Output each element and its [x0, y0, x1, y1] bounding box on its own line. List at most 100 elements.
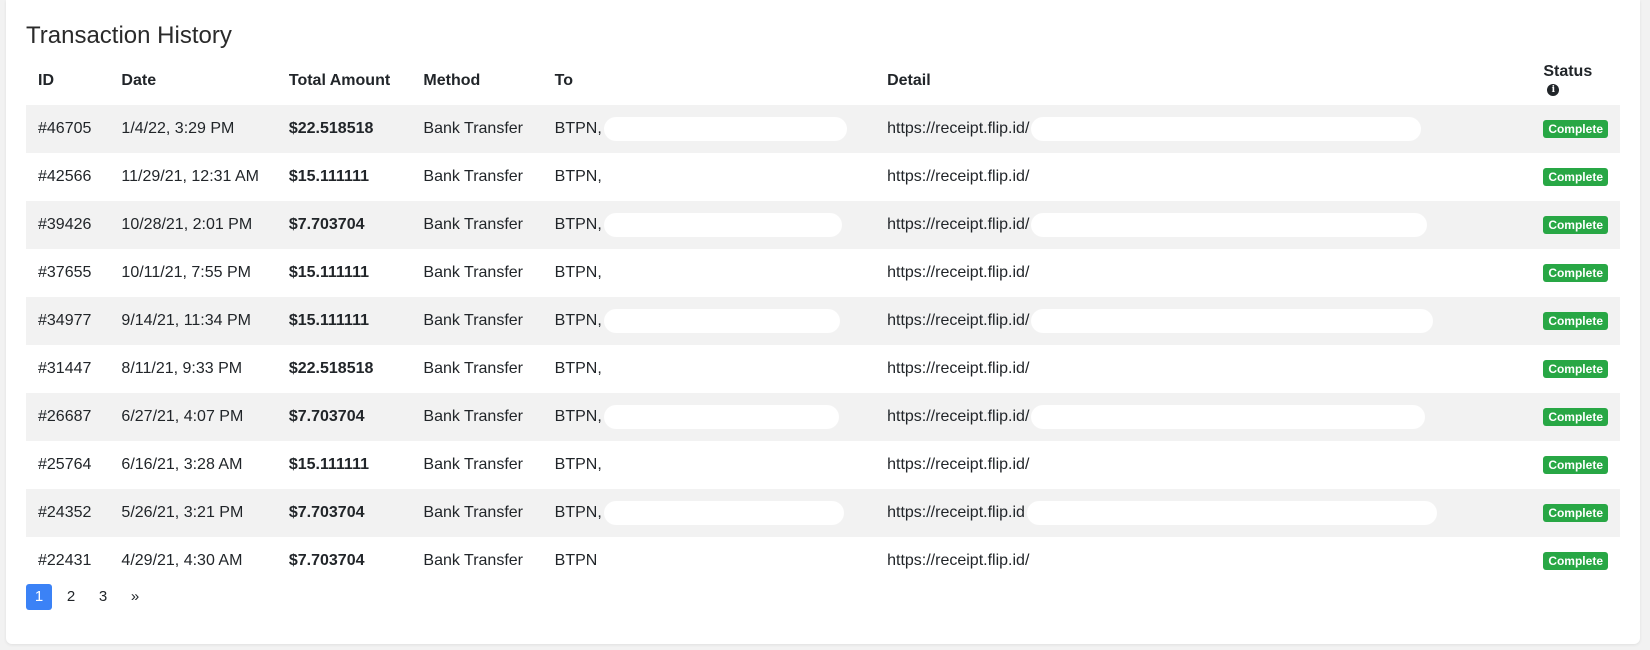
table-row[interactable]: #46705 1/4/22, 3:29 PM $22.518518 Bank Tran…: [26, 105, 1620, 153]
cell-id: #46705: [26, 105, 109, 153]
cell-total-amount-text: $15.111111: [288, 168, 369, 185]
cell-id-text: #22431: [38, 552, 92, 569]
cell-method: Bank Transfer: [411, 441, 542, 489]
cell-id: #22431: [26, 537, 109, 585]
cell-detail: https://receipt.flip.id/: [875, 297, 1531, 345]
cell-total-amount: $7.703704: [277, 537, 412, 585]
cell-id-text: #31447: [38, 360, 92, 377]
cell-detail-text: https://receipt.flip.id/: [887, 264, 1030, 281]
page-2-button[interactable]: 2: [58, 584, 84, 610]
table-row[interactable]: #34977 9/14/21, 11:34 PM $15.111111 Bank Tr…: [26, 297, 1620, 345]
table-row[interactable]: #26687 6/27/21, 4:07 PM $7.703704 Bank Tran…: [26, 393, 1620, 441]
status-badge[interactable]: Complete: [1543, 504, 1608, 522]
cell-id-text: #37655: [38, 264, 92, 281]
cell-detail-text: https://receipt.flip.id/: [887, 456, 1030, 473]
cell-to-text: BTPN,: [554, 120, 602, 138]
header-status-label: Status: [1543, 63, 1593, 80]
cell-date-text: 4/29/21, 4:30 AM: [121, 552, 243, 569]
cell-to: BTPN: [543, 537, 875, 585]
cell-detail-text: https://receipt.flip.id/: [887, 312, 1030, 330]
table-row[interactable]: #22431 4/29/21, 4:30 AM $7.703704 Bank Tran…: [26, 537, 1620, 585]
cell-method: Bank Transfer: [411, 393, 542, 441]
cell-id: #37655: [26, 249, 109, 297]
header-status: Status i: [1531, 57, 1620, 105]
status-badge[interactable]: Complete: [1543, 552, 1608, 570]
cell-date-text: 6/27/21, 4:07 PM: [121, 408, 244, 425]
header-id: ID: [38, 72, 54, 89]
status-badge[interactable]: Complete: [1543, 360, 1608, 378]
cell-status: Complete: [1531, 489, 1620, 537]
cell-detail: https://receipt.flip.id/: [875, 201, 1531, 249]
cell-date: 11/29/21, 12:31 AM: [109, 153, 276, 201]
cell-date: 6/16/21, 3:28 AM: [109, 441, 276, 489]
table-row[interactable]: #31447 8/11/21, 9:33 PM $22.518518 Bank Tra…: [26, 345, 1620, 393]
cell-status: Complete: [1531, 345, 1620, 393]
status-badge[interactable]: Complete: [1543, 264, 1608, 282]
cell-to: BTPN,: [543, 105, 875, 153]
status-badge[interactable]: Complete: [1543, 120, 1608, 138]
cell-date: 9/14/21, 11:34 PM: [109, 297, 276, 345]
cell-detail: https://receipt.flip.id/: [875, 345, 1531, 393]
cell-date-text: 8/11/21, 9:33 PM: [121, 360, 243, 377]
cell-detail-text: https://receipt.flip.id/: [887, 120, 1030, 138]
redaction-mask: [603, 405, 839, 429]
cell-status: Complete: [1531, 153, 1620, 201]
cell-id: #42566: [26, 153, 109, 201]
table-row[interactable]: #37655 10/11/21, 7:55 PM $15.111111 Bank Tr…: [26, 249, 1620, 297]
pagination: 1 2 3»: [26, 584, 148, 610]
cell-id: #24352: [26, 489, 109, 537]
cell-to-text: BTPN,: [554, 408, 602, 426]
cell-date: 5/26/21, 3:21 PM: [109, 489, 276, 537]
cell-method: Bank Transfer: [411, 297, 542, 345]
cell-method-text: Bank Transfer: [423, 504, 523, 521]
cell-status: Complete: [1531, 393, 1620, 441]
status-badge[interactable]: Complete: [1543, 168, 1608, 186]
table-row[interactable]: #42566 11/29/21, 12:31 AM $15.111111 Bank T…: [26, 153, 1620, 201]
page-3-button[interactable]: 3: [90, 584, 116, 610]
cell-to-text: BTPN,: [554, 168, 602, 185]
cell-detail-text: https://receipt.flip.id/: [887, 552, 1030, 569]
redaction-mask: [1031, 213, 1428, 237]
transaction-history-card: Transaction History ID Date Total Amount…: [6, 0, 1640, 644]
cell-date: 6/27/21, 4:07 PM: [109, 393, 276, 441]
cell-total-amount: $22.518518: [277, 105, 412, 153]
cell-detail-text: https://receipt.flip.id/: [887, 168, 1030, 185]
cell-date-text: 10/11/21, 7:55 PM: [121, 264, 251, 281]
cell-date-text: 1/4/22, 3:29 PM: [121, 120, 235, 137]
cell-detail-text: https://receipt.flip.id/: [887, 360, 1030, 377]
cell-method: Bank Transfer: [411, 249, 542, 297]
cell-date: 1/4/22, 3:29 PM: [109, 105, 276, 153]
table-row[interactable]: #24352 5/26/21, 3:21 PM $7.703704 Bank Tran…: [26, 489, 1620, 537]
cell-method: Bank Transfer: [411, 105, 542, 153]
redaction-mask: [1026, 501, 1437, 525]
transaction-table: ID Date Total Amount Method To Detail St…: [26, 57, 1620, 585]
cell-status: Complete: [1531, 297, 1620, 345]
cell-to-text: BTPN,: [554, 504, 602, 522]
cell-total-amount: $22.518518: [277, 345, 412, 393]
header-method: Method: [423, 72, 481, 89]
page-title: Transaction History: [26, 22, 232, 49]
table-row[interactable]: #25764 6/16/21, 3:28 AM $15.111111 Bank Tra…: [26, 441, 1620, 489]
next-page-button[interactable]: »: [122, 584, 148, 610]
cell-method: Bank Transfer: [411, 489, 542, 537]
header-total-amount: Total Amount: [288, 72, 391, 89]
status-badge[interactable]: Complete: [1543, 456, 1608, 474]
status-badge[interactable]: Complete: [1543, 408, 1608, 426]
page-1-button[interactable]: 1: [26, 584, 52, 610]
cell-total-amount: $15.111111: [277, 249, 412, 297]
info-icon[interactable]: i: [1547, 83, 1560, 96]
cell-to-text: BTPN,: [554, 360, 602, 377]
cell-total-amount: $15.111111: [277, 441, 412, 489]
cell-date: 10/28/21, 2:01 PM: [109, 201, 276, 249]
cell-detail: https://receipt.flip.id/: [875, 105, 1531, 153]
table-row[interactable]: #39426 10/28/21, 2:01 PM $7.703704 Bank Tra…: [26, 201, 1620, 249]
cell-total-amount-text: $7.703704: [288, 216, 365, 233]
status-badge[interactable]: Complete: [1543, 312, 1608, 330]
cell-id-text: #34977: [38, 312, 92, 329]
cell-method-text: Bank Transfer: [423, 120, 523, 137]
status-badge[interactable]: Complete: [1543, 216, 1608, 234]
cell-id: #39426: [26, 201, 109, 249]
cell-detail-text: https://receipt.flip.id/: [887, 216, 1030, 234]
header-to: To: [554, 72, 574, 89]
cell-to-text: BTPN,: [554, 312, 602, 330]
